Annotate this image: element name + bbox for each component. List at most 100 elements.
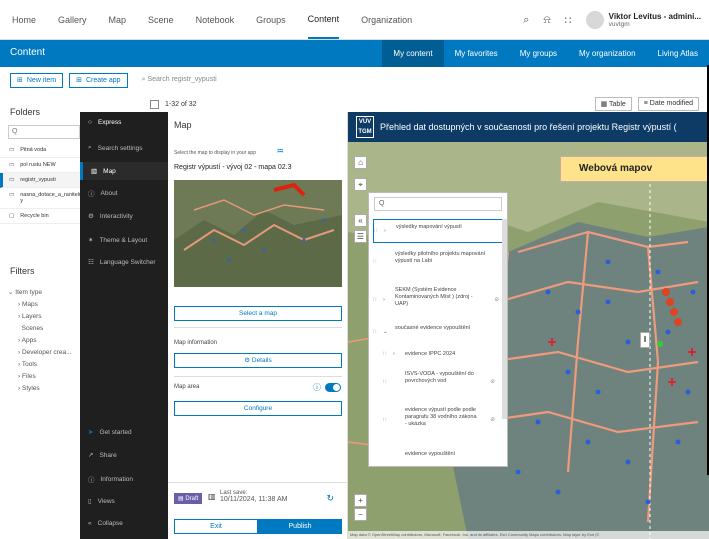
folder-item[interactable]: ▭ Pitná voda <box>0 143 80 158</box>
filter-styles[interactable]: › Styles <box>8 382 88 394</box>
layer-item[interactable]: evidence vypouštění <box>383 449 501 461</box>
filter-developer[interactable]: › Developer crea... <box>8 346 88 358</box>
configure-button[interactable]: Configure <box>174 401 342 416</box>
content-search-input[interactable]: ⌕ Search registr_vypusti <box>142 76 217 84</box>
folder-item-selected[interactable]: ▭ registr_vypusti <box>0 173 80 188</box>
trash-icon[interactable]: ▥ <box>208 492 216 501</box>
layer-item[interactable]: ∷ výsledky pilotního projektu mapování v… <box>373 249 505 279</box>
folder-item[interactable]: ▭ nasna_dotace_a_ranitelnost_kvanti y <box>0 188 107 209</box>
sidebar-item-interactivity[interactable]: ⚙ Interactivity <box>88 212 133 221</box>
layer-search-input[interactable]: Q <box>374 197 502 211</box>
panel-subtitle: Select the map to display in your app <box>174 150 256 156</box>
nav-organization[interactable]: Organization <box>361 0 412 40</box>
grid-icon: ⊞ <box>76 77 82 84</box>
sidebar-item-about[interactable]: ⓘ About <box>88 188 118 199</box>
chevron-right-icon[interactable]: › <box>384 228 386 235</box>
bell-icon[interactable]: ⍾ <box>543 14 550 27</box>
chevron-down-icon[interactable]: ⌄ <box>383 329 388 336</box>
filter-maps[interactable]: › Maps <box>8 298 88 310</box>
swipe-handle[interactable]: ‖ <box>640 332 650 348</box>
layer-item[interactable]: ∷ › evidence IPPC 2024 <box>383 349 501 361</box>
measure-icon[interactable] <box>354 234 367 247</box>
sidebar-item-theme[interactable]: ✶ Theme & Layout <box>88 236 147 245</box>
drag-handle-icon[interactable]: ∷ <box>383 351 387 358</box>
drag-handle-icon[interactable]: ∷ <box>373 259 377 266</box>
app-launcher-icon[interactable]: ∷ <box>565 14 572 27</box>
sidebar-item-map[interactable]: ▧ Map <box>80 162 168 180</box>
sidebar-item-views[interactable]: ▯ Views <box>88 497 115 506</box>
tab-my-groups[interactable]: My groups <box>509 40 568 67</box>
content-search-placeholder: Search registr_vypusti <box>147 76 217 83</box>
home-button[interactable]: ⌂ <box>354 156 367 169</box>
tab-my-content[interactable]: My content <box>382 40 444 67</box>
nav-groups[interactable]: Groups <box>256 0 286 40</box>
folder-item[interactable]: ▭ pol rustu NEW <box>0 158 80 173</box>
table-view-button[interactable]: ▦ Table <box>594 97 632 111</box>
collapse-panel-button[interactable]: « <box>354 214 367 227</box>
visibility-off-icon[interactable]: ⊘ <box>490 379 495 386</box>
filter-scenes[interactable]: Scenes <box>8 322 88 334</box>
nav-scene[interactable]: Scene <box>148 0 174 40</box>
folder-search-input[interactable]: Q <box>8 125 80 139</box>
nav-map[interactable]: Map <box>109 0 127 40</box>
sidebar-item-search-settings[interactable]: ⌕ Search settings <box>88 144 142 152</box>
nav-notebook[interactable]: Notebook <box>196 0 235 40</box>
sidebar-collapse[interactable]: « Collapse <box>88 520 123 527</box>
sort-button[interactable]: ≡ Date modified <box>637 97 699 111</box>
layer-item[interactable]: ∷ ISVS-VODA - vypouštění do povrchových … <box>383 369 501 399</box>
publish-button[interactable]: Publish <box>258 519 342 534</box>
drag-handle-icon[interactable]: ∷ <box>373 329 377 336</box>
tab-my-organization[interactable]: My organization <box>568 40 646 67</box>
nav-gallery[interactable]: Gallery <box>58 0 87 40</box>
results-count: 1-32 of 32 <box>165 100 197 108</box>
sidebar-item-language[interactable]: ☷ Language Switcher <box>88 258 155 267</box>
logo-line1: VÚV <box>358 119 372 125</box>
recycle-bin[interactable]: ▢ Recycle bin <box>0 209 80 224</box>
filter-item-type[interactable]: ⌄ Item type <box>8 285 88 298</box>
exit-button[interactable]: Exit <box>174 519 258 534</box>
map-area-label: Map area <box>174 384 200 390</box>
layer-group[interactable]: ∷ ⌄ současné evidence vypouštění <box>373 323 505 343</box>
chevron-right-icon[interactable]: › <box>393 351 395 358</box>
filter-files[interactable]: › Files <box>8 370 88 382</box>
visibility-off-icon[interactable]: ⊘ <box>494 297 499 304</box>
zoom-in-button[interactable]: + <box>354 494 367 507</box>
rocket-icon: ➤ <box>88 429 94 436</box>
details-button[interactable]: ⚙ Details <box>174 353 342 368</box>
sidebar-item-label: Share <box>99 451 117 459</box>
new-item-button[interactable]: ⊞ New item <box>10 72 64 88</box>
filter-tools[interactable]: › Tools <box>8 358 88 370</box>
filter-apps[interactable]: › Apps <box>8 334 88 346</box>
user-menu[interactable]: Viktor Levitus - admini... vuvtgm <box>585 11 701 29</box>
sidebar-item-information[interactable]: ⓘ Information <box>88 474 133 485</box>
drag-handle-icon[interactable]: ∷ <box>383 379 387 386</box>
drag-handle-icon[interactable]: ∷ <box>373 297 377 304</box>
nav-content[interactable]: Content <box>307 1 340 39</box>
chevron-right-icon[interactable]: › <box>383 297 385 304</box>
layer-item[interactable]: ∷ › SEKM (Systém Evidence Kontaminovanýc… <box>373 285 505 317</box>
map-area-toggle[interactable] <box>325 383 341 392</box>
layer-item[interactable]: ∷ › výsledky mapování výpustí <box>373 219 505 243</box>
folder-label: Recycle bin <box>20 213 49 219</box>
layer-item[interactable]: ∷ evidence výpustí podle podle paragrafu… <box>383 405 501 439</box>
locate-button[interactable]: ⌖ <box>354 178 367 191</box>
layer-list-scrollbar[interactable] <box>502 219 507 419</box>
zoom-out-button[interactable]: − <box>354 508 367 521</box>
filter-layers[interactable]: › Layers <box>8 310 88 322</box>
search-icon[interactable]: ⌕ <box>523 14 529 27</box>
drag-handle-icon[interactable]: ∷ <box>383 417 387 424</box>
drag-handle-icon[interactable]: ∷ <box>374 228 378 235</box>
tab-living-atlas[interactable]: Living Atlas <box>647 40 709 67</box>
info-icon[interactable]: ⓘ <box>313 382 321 393</box>
create-app-button[interactable]: ⊞ Create app <box>69 72 128 88</box>
visibility-off-icon[interactable]: ⊘ <box>490 417 495 424</box>
nav-home[interactable]: Home <box>12 0 36 40</box>
sidebar-item-get-started[interactable]: ➤ Get started <box>88 428 132 437</box>
tab-my-favorites[interactable]: My favorites <box>444 40 509 67</box>
refresh-icon[interactable]: ↻ <box>326 493 334 504</box>
sidebar-item-share[interactable]: ↗ Share <box>88 451 117 460</box>
select-map-button[interactable]: Select a map <box>174 306 342 321</box>
select-all-checkbox[interactable] <box>150 99 159 109</box>
layer-label: ISVS-VODA - vypouštění do povrchových vo… <box>405 371 474 384</box>
filter-label: Layers <box>21 312 42 320</box>
